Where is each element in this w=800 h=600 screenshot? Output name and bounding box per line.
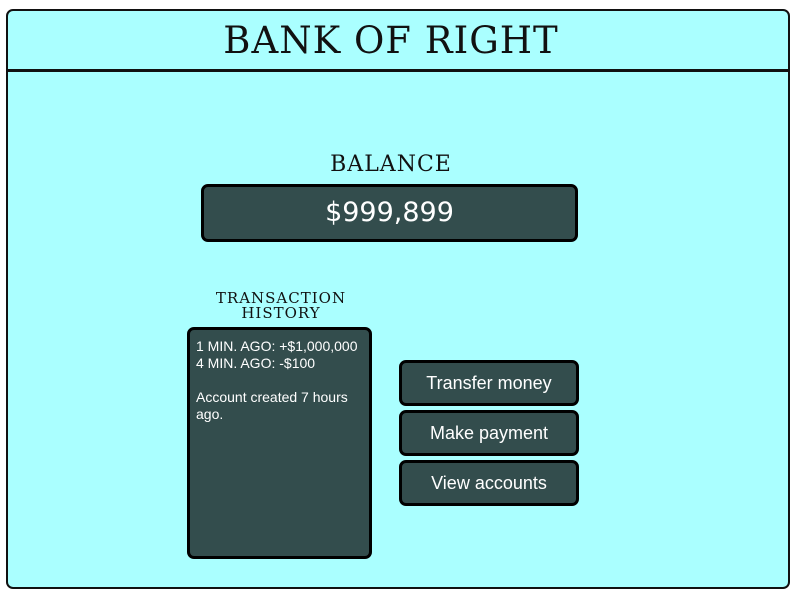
bank-name: BANK OF RIGHT [223,19,559,62]
account-created-note: Account created 7 hours ago. [196,389,348,422]
transaction-history-title: TRANSACTION HISTORY [215,289,347,322]
view-accounts-button[interactable]: View accounts [399,460,579,506]
balance-label: BALANCE [330,152,452,177]
transfer-money-button[interactable]: Transfer money [399,360,579,406]
transaction-entry: 1 MIN. AGO: +$1,000,000 [196,338,358,354]
make-payment-button[interactable]: Make payment [399,410,579,456]
app-window: BANK OF RIGHT BALANCE $999,899 TRANSACTI… [6,9,790,589]
balance-display: $999,899 [201,184,578,242]
balance-value: $999,899 [325,197,454,228]
transaction-history-panel: 1 MIN. AGO: +$1,000,000 4 MIN. AGO: -$10… [187,327,372,559]
transaction-entry: 4 MIN. AGO: -$100 [196,355,316,371]
header-bar: BANK OF RIGHT [8,11,788,72]
